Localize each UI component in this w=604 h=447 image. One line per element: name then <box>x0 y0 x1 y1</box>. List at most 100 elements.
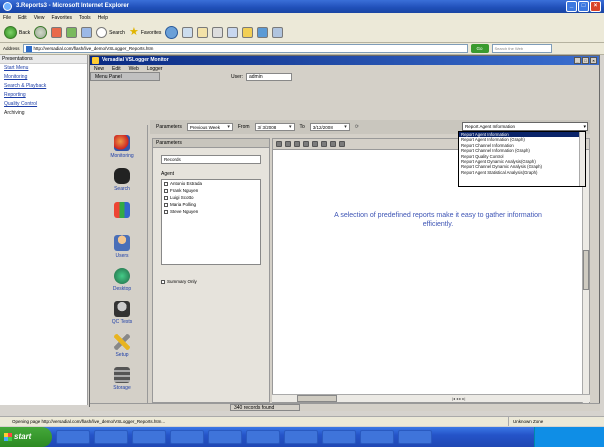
export-icon[interactable] <box>330 141 336 147</box>
minimize-button[interactable]: _ <box>566 1 577 12</box>
menu-edit[interactable]: Edit <box>18 13 27 23</box>
link-search-playback[interactable]: Search & Playback <box>0 82 87 91</box>
stop-button[interactable] <box>51 26 63 40</box>
taskbar-item[interactable] <box>170 430 204 444</box>
qc-tests-module-button[interactable]: QC Tests <box>96 301 148 325</box>
link-start-menu[interactable]: Start Menu <box>0 64 87 73</box>
agent-item[interactable]: Frank Nguyen <box>162 187 260 194</box>
taskbar-item[interactable] <box>284 430 318 444</box>
report-type-select[interactable]: Report Agent Information <box>462 122 588 131</box>
browser-statusbar: Opening page http://versadial.com/flash/… <box>0 416 604 426</box>
taskbar-item[interactable] <box>246 430 280 444</box>
app-maximize-button[interactable]: □ <box>582 57 589 64</box>
page-navigator[interactable]: |◂ ◂ ▸ ▸| <box>452 395 465 402</box>
menu-file[interactable]: File <box>3 13 11 23</box>
menu-view[interactable]: View <box>34 13 45 23</box>
search-button[interactable]: Search <box>96 26 125 40</box>
edit-button[interactable] <box>227 26 239 40</box>
folder-button[interactable] <box>242 26 254 40</box>
period-select[interactable]: Previous Week <box>186 123 233 131</box>
agent-item[interactable]: Antonio Estrada <box>162 180 260 187</box>
taskbar-item[interactable] <box>94 430 128 444</box>
refresh-report-icon[interactable]: ⟳ <box>355 124 359 130</box>
link-quality-control[interactable]: Quality Control <box>0 100 87 109</box>
checkbox[interactable] <box>164 181 168 186</box>
go-button[interactable]: Go <box>470 44 489 53</box>
taskbar-item[interactable] <box>398 430 432 444</box>
desktop-module-button[interactable]: Desktop <box>96 268 148 292</box>
menu-help[interactable]: Help <box>98 13 108 23</box>
from-date-picker[interactable]: 3/ 3/2008 <box>254 123 295 131</box>
print-button[interactable] <box>212 26 224 40</box>
menu-favorites[interactable]: Favorites <box>51 13 72 23</box>
first-page-icon[interactable] <box>276 141 282 147</box>
app-minimize-button[interactable]: _ <box>574 57 581 64</box>
storage-module-button[interactable]: Storage <box>96 367 148 391</box>
checkbox[interactable] <box>164 195 168 200</box>
monitoring-module-button[interactable]: Monitoring <box>96 135 148 159</box>
close-button[interactable]: × <box>590 1 601 12</box>
checkbox[interactable] <box>164 202 168 207</box>
taskbar-item[interactable] <box>322 430 356 444</box>
globe-icon <box>114 268 130 284</box>
home-button[interactable] <box>81 26 93 40</box>
favorites-button[interactable]: ★ Favorites <box>129 26 161 40</box>
app-statusbar: 340 records found <box>90 403 600 411</box>
taskbar: start <box>0 427 604 447</box>
checkbox[interactable] <box>161 279 165 284</box>
user-label: User: <box>231 74 243 80</box>
tools-button[interactable] <box>272 26 284 40</box>
scroll-thumb[interactable] <box>583 250 589 290</box>
taskbar-item[interactable] <box>132 430 166 444</box>
users-icon <box>114 235 130 251</box>
setup-module-button[interactable]: Setup <box>96 334 148 358</box>
history-button[interactable] <box>182 26 194 40</box>
menu-panel-button[interactable]: Menu Panel <box>90 72 160 81</box>
search-module-button[interactable]: Search <box>96 168 148 192</box>
records-found: 340 records found <box>230 404 300 411</box>
report-option[interactable]: Report Agent Statistical Analysis(Graph) <box>459 170 585 175</box>
messenger-button[interactable] <box>257 26 269 40</box>
forward-button[interactable] <box>34 26 48 40</box>
prev-page-icon[interactable] <box>285 141 291 147</box>
address-input[interactable]: http://versadial.com/flash/live_demo/VSL… <box>22 44 468 53</box>
checkbox[interactable] <box>164 188 168 193</box>
next-page-icon[interactable] <box>294 141 300 147</box>
print-icon <box>212 27 224 38</box>
print-report-icon[interactable] <box>339 141 345 147</box>
mail-button[interactable] <box>197 26 209 40</box>
summary-only-checkbox[interactable]: Summary Only <box>161 279 197 284</box>
agent-item[interactable]: Luigi Scotto <box>162 194 260 201</box>
web-search-input[interactable]: Search the Web <box>491 44 552 53</box>
to-date-picker[interactable]: 3/12/2008 <box>309 123 350 131</box>
link-monitoring[interactable]: Monitoring <box>0 73 87 82</box>
scroll-thumb[interactable] <box>297 395 337 402</box>
reports-module-button[interactable] <box>96 202 148 220</box>
tools-icon <box>272 27 284 38</box>
options-scrollbar[interactable] <box>579 132 585 186</box>
refresh-button[interactable] <box>66 26 78 40</box>
zoom-icon[interactable] <box>312 141 318 147</box>
users-module-button[interactable]: Users <box>96 235 148 259</box>
menu-tools[interactable]: Tools <box>79 13 91 23</box>
maximize-button[interactable]: □ <box>578 1 589 12</box>
agent-item[interactable]: Steve Nguyen <box>162 208 260 215</box>
back-button[interactable]: Back <box>4 26 30 40</box>
agent-label: Agent <box>161 171 175 177</box>
agent-item[interactable]: Maria Polling <box>162 201 260 208</box>
start-button[interactable]: start <box>0 427 52 447</box>
checkbox[interactable] <box>164 209 168 214</box>
records-select[interactable]: Records <box>161 155 261 164</box>
archiving-text: Archiving <box>4 110 25 116</box>
link-reporting[interactable]: Reporting <box>0 91 87 100</box>
taskbar-item[interactable] <box>360 430 394 444</box>
viewer-vertical-scrollbar[interactable] <box>582 150 589 404</box>
viewer-horizontal-scrollbar[interactable]: |◂ ◂ ▸ ▸| <box>272 394 590 402</box>
media-button[interactable] <box>165 26 179 40</box>
last-page-icon[interactable] <box>303 141 309 147</box>
taskbar-item[interactable] <box>56 430 90 444</box>
find-icon[interactable] <box>321 141 327 147</box>
taskbar-item[interactable] <box>208 430 242 444</box>
app-close-button[interactable]: × <box>590 57 597 64</box>
address-bar: Address http://versadial.com/flash/live_… <box>0 43 604 55</box>
